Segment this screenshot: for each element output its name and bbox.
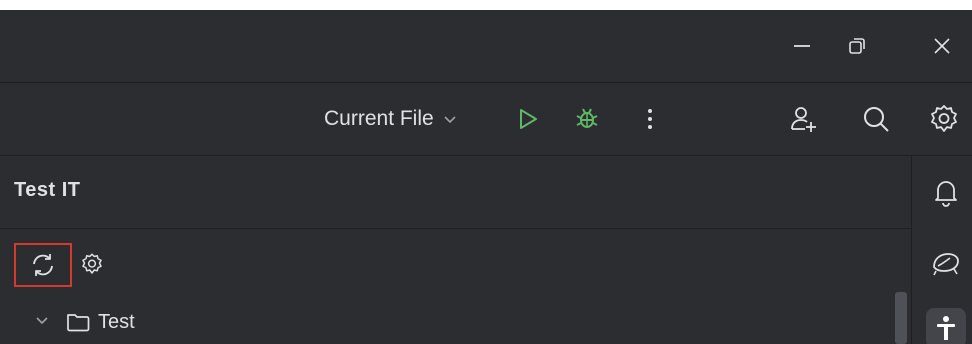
vertical-scrollbar[interactable] [895, 292, 907, 344]
settings-icon [931, 105, 957, 132]
tree-node-test[interactable]: Test [0, 303, 911, 343]
ide-settings-button[interactable] [926, 101, 962, 137]
close-icon [934, 38, 950, 54]
minimize-button[interactable] [782, 28, 822, 64]
tool-window-title: Test IT [14, 179, 81, 201]
close-button[interactable] [922, 28, 962, 64]
plugin-tool-button[interactable] [926, 242, 966, 282]
ide-window: Current File Test IT Test [0, 10, 972, 344]
title-bar [0, 10, 972, 83]
search-icon [864, 107, 889, 132]
run-icon [520, 109, 537, 129]
plugin-icon [933, 253, 959, 276]
search-button[interactable] [858, 101, 894, 137]
refresh-button[interactable] [14, 243, 72, 287]
right-tool-strip [911, 156, 972, 344]
refresh-icon [33, 254, 53, 276]
settings-icon [82, 253, 102, 274]
restore-icon [849, 38, 865, 54]
restore-button[interactable] [837, 28, 877, 64]
debug-icon [576, 108, 598, 128]
tree-node-label: Test [98, 311, 135, 333]
folder-icon [67, 314, 90, 332]
run-button[interactable] [510, 101, 546, 137]
minimize-icon [794, 45, 810, 47]
run-config-label: Current File [324, 107, 434, 130]
chevron-down-icon[interactable] [34, 313, 50, 329]
more-icon [648, 109, 652, 129]
tool-window-actions [0, 229, 911, 295]
accessibility-icon [937, 316, 955, 340]
tool-window-header: Test IT [0, 156, 911, 229]
run-config-selector[interactable]: Current File [324, 104, 458, 134]
chevron-down-icon [444, 116, 456, 124]
debug-button[interactable] [569, 101, 605, 137]
tool-window-settings-button[interactable] [78, 249, 106, 279]
accessibility-tool-button[interactable] [926, 308, 966, 344]
test-it-tool-window: Test IT Test [0, 156, 911, 344]
notifications-button[interactable] [926, 172, 966, 212]
notifications-icon [935, 181, 957, 207]
code-with-me-button[interactable] [786, 101, 822, 137]
main-toolbar: Current File [0, 83, 972, 156]
more-button[interactable] [632, 101, 668, 137]
add-user-icon [791, 107, 816, 132]
